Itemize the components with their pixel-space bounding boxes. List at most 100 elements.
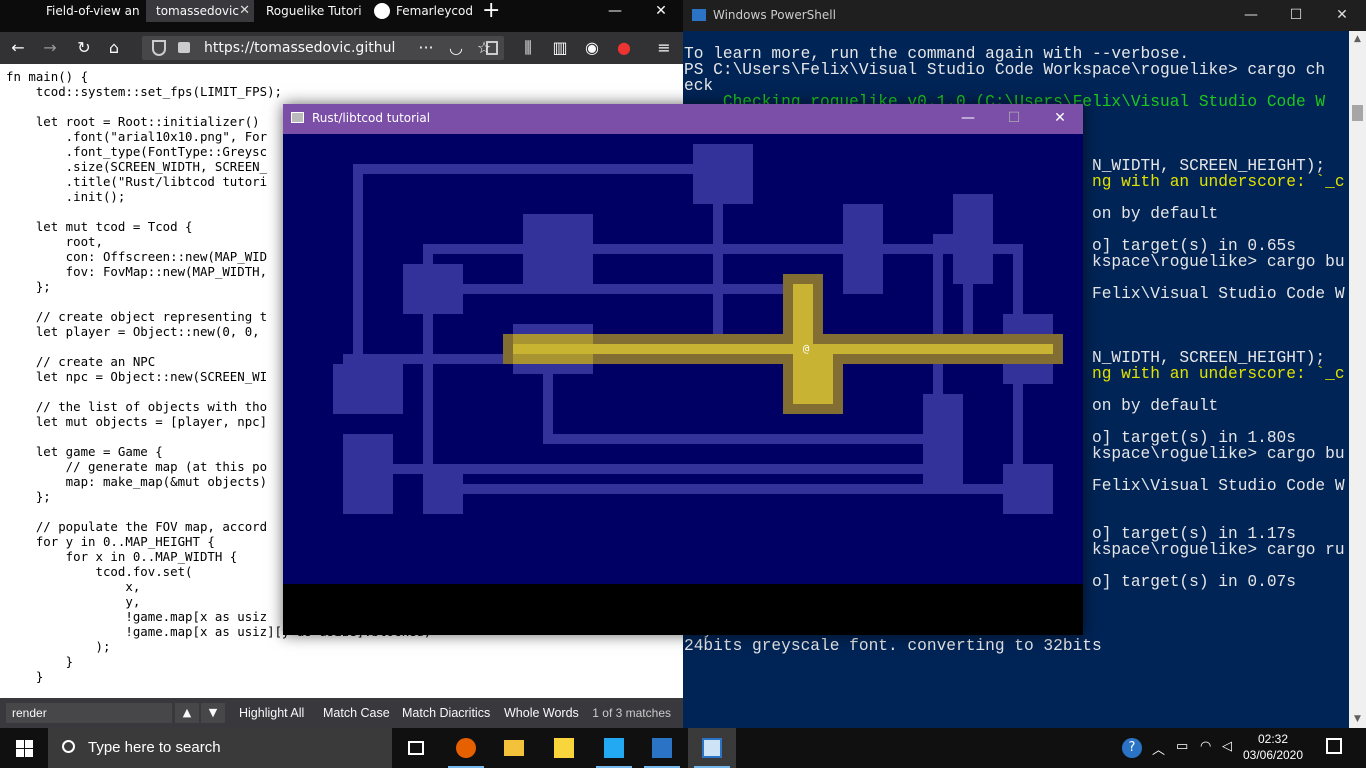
battery-icon[interactable]: ▭	[1176, 739, 1188, 754]
tab-field-of-view[interactable]: Field-of-view an	[36, 0, 140, 22]
app-window-icon	[702, 738, 722, 758]
close-tab-icon[interactable]: ✕	[239, 0, 250, 22]
sidebar-icon[interactable]: ▥	[548, 37, 572, 59]
code-line: let player = Object::new(0, 0,	[6, 324, 260, 339]
code-line: x,	[6, 579, 141, 594]
corridor	[543, 434, 933, 444]
match-case-checkbox[interactable]: Match Case	[323, 706, 390, 720]
tab-bar: Field-of-view an tomassedovic ✕ Roguelike…	[0, 0, 683, 32]
corridor	[713, 204, 723, 344]
find-next-button[interactable]: ▼	[201, 703, 225, 723]
code-line: .size(SCREEN_WIDTH, SCREEN_	[6, 159, 268, 174]
corridor	[423, 244, 863, 254]
tab-roguelike-tutorial[interactable]: Roguelike Tutori	[256, 0, 364, 22]
clock[interactable]: 02:32 03/06/2020	[1240, 731, 1306, 763]
scroll-up-arrow-icon[interactable]: ▲	[1349, 31, 1366, 48]
code-line: for x in 0..MAP_WIDTH {	[6, 549, 238, 564]
room	[1003, 464, 1053, 514]
bookmark-star-icon[interactable]: ☆	[472, 37, 496, 59]
notifications-icon[interactable]	[1326, 738, 1342, 754]
corridor	[1013, 244, 1023, 324]
ps-maximize-button[interactable]: ☐	[1273, 0, 1319, 31]
code-line: .title("Rust/libtcod tutori	[6, 174, 268, 189]
help-icon[interactable]: ?	[1122, 738, 1142, 758]
tab-github[interactable]: Femarleycod	[368, 0, 472, 22]
code-line: !game.map[x as usiz	[6, 609, 268, 624]
find-input[interactable]	[6, 703, 172, 723]
reload-button[interactable]: ↻	[72, 37, 96, 59]
game-window: Rust/libtcod tutorial — ☐ ✕ @	[283, 104, 1083, 635]
tab-label: Roguelike Tutori	[266, 4, 362, 18]
close-window-button[interactable]: ✕	[638, 0, 684, 22]
code-line: // the list of objects with tho	[6, 399, 268, 414]
code-line: tcod.fov.set(	[6, 564, 193, 579]
code-line: root,	[6, 234, 103, 249]
find-match-count: 1 of 3 matches	[592, 706, 671, 720]
tab-label: Field-of-view an	[46, 4, 140, 18]
wifi-icon[interactable]: ◠	[1200, 739, 1211, 754]
chevron-up-icon[interactable]: ︿	[1152, 739, 1165, 758]
library-icon[interactable]: ⫼	[516, 37, 540, 59]
tab-tomassedovic[interactable]: tomassedovic ✕	[146, 0, 254, 22]
code-line: // create object representing t	[6, 309, 268, 324]
game-maximize-button[interactable]: ☐	[991, 104, 1037, 132]
lit-corridor	[513, 344, 1053, 354]
ps-minimize-button[interactable]: —	[1228, 0, 1274, 31]
code-line: // populate the FOV map, accord	[6, 519, 268, 534]
account-icon[interactable]: ◉	[580, 37, 604, 59]
window-icon	[291, 112, 304, 123]
corridor	[883, 244, 1023, 254]
minimize-button[interactable]: —	[592, 0, 638, 22]
menu-icon[interactable]: ≡	[652, 37, 676, 59]
taskbar-firefox[interactable]	[442, 728, 490, 768]
navigation-bar: ← → ↻ ⌂ https://tomassedovic.githul ··· …	[0, 32, 683, 64]
taskbar-sticky-notes[interactable]	[540, 728, 588, 768]
pocket-icon[interactable]: ◡	[444, 37, 468, 59]
taskbar-powershell[interactable]	[638, 728, 686, 768]
url-text: https://tomassedovic.githul	[204, 40, 396, 56]
taskbar-search[interactable]: Type here to search	[48, 728, 392, 768]
console-line: PS C:\Users\Felix\Visual Studio Code Wor…	[684, 61, 1326, 79]
code-line: .font("arial10x10.png", For	[6, 129, 268, 144]
player-character: @	[802, 342, 810, 355]
firefox-icon	[456, 738, 476, 758]
code-line: );	[6, 639, 111, 654]
tracking-protection-icon[interactable]	[152, 40, 166, 56]
scroll-down-arrow-icon[interactable]: ▼	[1349, 711, 1366, 728]
clock-date: 03/06/2020	[1242, 748, 1304, 762]
highlight-all-checkbox[interactable]: Highlight All	[239, 706, 304, 720]
code-line: fov: FovMap::new(MAP_WIDTH,	[6, 264, 268, 279]
tab-label: tomassedovic	[156, 4, 239, 18]
task-view-button[interactable]	[392, 728, 440, 768]
new-tab-button[interactable]: +	[482, 0, 500, 23]
search-icon	[62, 740, 75, 753]
home-button[interactable]: ⌂	[102, 37, 126, 59]
corridor	[463, 484, 1003, 494]
corridor	[353, 164, 363, 364]
ps-scrollbar[interactable]: ▲ ▼	[1349, 31, 1366, 728]
powershell-icon	[652, 738, 672, 758]
start-button[interactable]	[0, 728, 48, 768]
match-diacritics-checkbox[interactable]: Match Diacritics	[402, 706, 490, 720]
ublock-icon[interactable]: ●	[612, 37, 636, 59]
back-button[interactable]: ←	[6, 37, 30, 59]
scroll-thumb[interactable]	[1352, 105, 1363, 121]
taskbar-game-window[interactable]	[688, 728, 736, 768]
code-line: let mut tcod = Tcod {	[6, 219, 193, 234]
find-previous-button[interactable]: ▲	[175, 703, 199, 723]
taskbar-file-explorer[interactable]	[490, 728, 538, 768]
ps-close-button[interactable]: ✕	[1319, 0, 1365, 31]
volume-icon[interactable]: ◁	[1222, 739, 1232, 754]
windows-logo-icon	[25, 740, 33, 748]
room	[423, 464, 463, 514]
corridor	[543, 374, 553, 434]
game-close-button[interactable]: ✕	[1037, 104, 1083, 132]
forward-button[interactable]: →	[38, 37, 62, 59]
clock-time: 02:32	[1257, 732, 1289, 746]
page-actions-icon[interactable]: ···	[414, 37, 438, 59]
code-line: };	[6, 279, 51, 294]
taskbar-vscode[interactable]	[590, 728, 638, 768]
whole-words-checkbox[interactable]: Whole Words	[504, 706, 579, 720]
game-minimize-button[interactable]: —	[945, 104, 991, 132]
lock-icon[interactable]	[178, 42, 190, 53]
